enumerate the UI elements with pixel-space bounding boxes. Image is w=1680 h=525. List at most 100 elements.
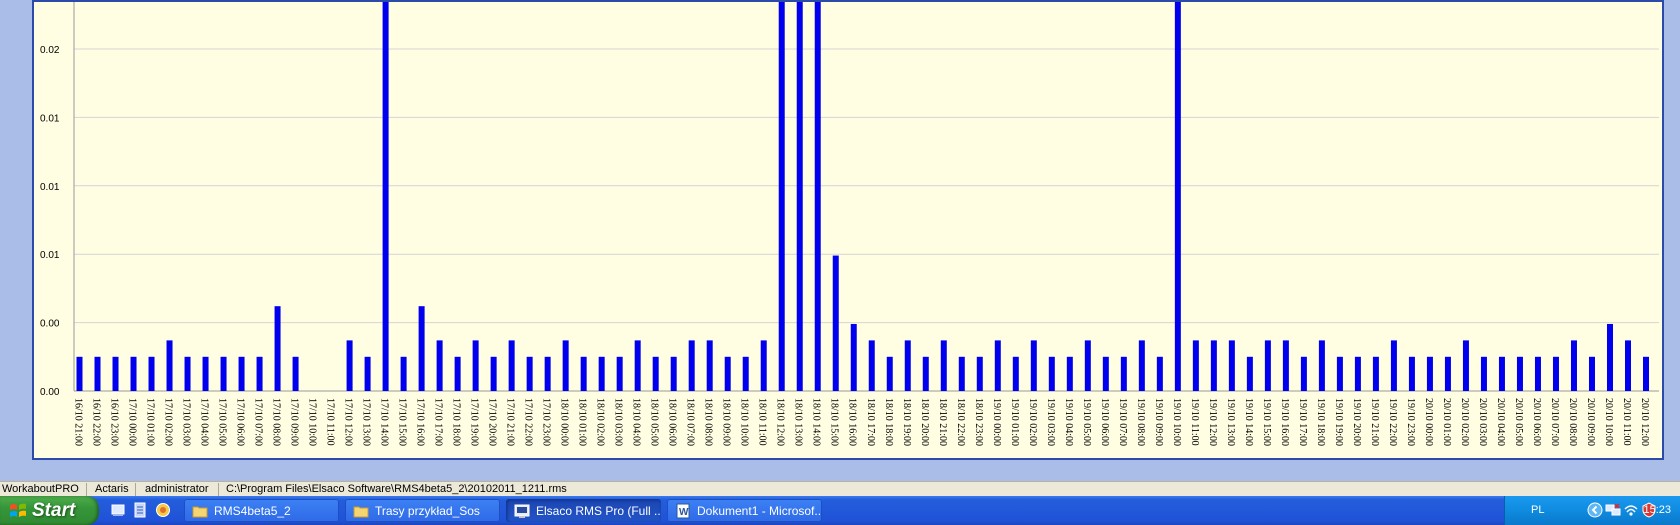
bar	[742, 356, 749, 391]
y-tick-label: 0.01	[40, 182, 60, 193]
x-tick-label: 17/10 18:00	[451, 398, 462, 446]
bar	[760, 340, 767, 391]
start-button[interactable]: Start	[0, 496, 99, 525]
bar	[1534, 356, 1541, 391]
x-tick-label: 19/10 01:00	[1009, 398, 1020, 446]
x-tick-label: 20/10 03:00	[1477, 398, 1488, 446]
notepad-icon[interactable]	[132, 502, 148, 518]
bar	[1372, 356, 1379, 391]
x-tick-label: 20/10 06:00	[1531, 398, 1542, 446]
bar	[418, 306, 425, 391]
bar	[436, 340, 443, 391]
x-tick-label: 19/10 07:00	[1117, 398, 1128, 446]
bar	[1282, 340, 1289, 391]
bar	[814, 2, 821, 391]
bar	[886, 356, 893, 391]
x-tick-label: 17/10 12:00	[343, 398, 354, 446]
bar	[706, 340, 713, 391]
status-file-path: C:\Program Files\Elsaco Software\RMS4bet…	[226, 483, 567, 495]
x-tick-label: 20/10 01:00	[1441, 398, 1452, 446]
bar	[454, 356, 461, 391]
bar	[1444, 356, 1451, 391]
bar	[688, 340, 695, 391]
bar	[508, 340, 515, 391]
chevron-left-icon[interactable]	[1587, 502, 1603, 518]
x-tick-label: 19/10 00:00	[991, 398, 1002, 446]
app-icon	[514, 504, 530, 518]
show-desktop-icon[interactable]	[110, 502, 126, 518]
x-tick-label: 18/10 03:00	[613, 398, 624, 446]
x-tick-label: 17/10 11:00	[325, 398, 336, 446]
bar	[400, 356, 407, 391]
y-tick-label: 0.00	[40, 387, 60, 398]
taskbar-button-rms4beta5[interactable]: RMS4beta5_2	[184, 499, 339, 522]
x-tick-label: 18/10 21:00	[937, 398, 948, 446]
clock[interactable]: 15:23	[1643, 504, 1671, 516]
bar	[724, 356, 731, 391]
language-indicator[interactable]: PL	[1531, 504, 1544, 516]
folder-icon	[192, 506, 208, 517]
x-tick-label: 19/10 11:00	[1189, 398, 1200, 446]
x-tick-label: 19/10 19:00	[1333, 398, 1344, 446]
x-tick-label: 17/10 20:00	[487, 398, 498, 446]
taskbar-button-dokument1[interactable]: W Dokument1 - Microsof...	[667, 499, 822, 522]
bar	[1643, 356, 1649, 391]
x-tick-label: 20/10 05:00	[1513, 398, 1524, 446]
bar	[76, 356, 83, 391]
bar	[1354, 356, 1361, 391]
x-tick-label: 18/10 16:00	[847, 398, 858, 446]
x-tick-label: 18/10 10:00	[739, 398, 750, 446]
bar	[796, 2, 803, 391]
bar	[1012, 356, 1019, 391]
x-tick-label: 18/10 11:00	[757, 398, 768, 446]
x-tick-label: 17/10 13:00	[361, 398, 372, 446]
x-tick-label: 16/10 22:00	[91, 398, 102, 446]
x-tick-label: 18/10 20:00	[919, 398, 930, 446]
bar	[364, 356, 371, 391]
x-tick-label: 19/10 18:00	[1315, 398, 1326, 446]
bar	[1390, 340, 1397, 391]
bar	[832, 255, 839, 391]
x-tick-label: 19/10 14:00	[1243, 398, 1254, 446]
x-tick-label: 19/10 09:00	[1153, 398, 1164, 446]
status-manufacturer: Actaris	[93, 483, 136, 496]
browser-icon[interactable]	[155, 502, 171, 518]
bar	[670, 356, 677, 391]
word-icon: W	[676, 503, 690, 518]
x-tick-label: 18/10 01:00	[577, 398, 588, 446]
taskbar-button-label: Trasy przykład_Sos	[375, 503, 480, 518]
bar	[1156, 356, 1163, 391]
bar	[256, 356, 263, 391]
x-tick-label: 20/10 00:00	[1423, 398, 1434, 446]
folder-icon	[353, 506, 369, 517]
windows-logo-icon	[10, 503, 26, 517]
bar	[634, 340, 641, 391]
x-tick-label: 19/10 16:00	[1279, 398, 1290, 446]
bar	[1192, 340, 1199, 391]
x-tick-label: 18/10 23:00	[973, 398, 984, 446]
bar	[1624, 340, 1631, 391]
wireless-icon[interactable]	[1623, 502, 1639, 518]
x-tick-label: 19/10 08:00	[1135, 398, 1146, 446]
x-tick-label: 19/10 06:00	[1099, 398, 1110, 446]
x-tick-label: 18/10 15:00	[829, 398, 840, 446]
x-tick-label: 17/10 21:00	[505, 398, 516, 446]
taskbar-button-elsaco-rms[interactable]: Elsaco RMS Pro (Full ...	[506, 499, 661, 522]
x-tick-label: 17/10 01:00	[145, 398, 156, 446]
bar	[544, 356, 551, 391]
x-tick-label: 18/10 05:00	[649, 398, 660, 446]
network-icon[interactable]	[1605, 502, 1621, 518]
x-tick-label: 17/10 04:00	[199, 398, 210, 446]
bar	[346, 340, 353, 391]
x-tick-label: 20/10 04:00	[1495, 398, 1506, 446]
x-tick-label: 20/10 10:00	[1603, 398, 1614, 446]
x-tick-label: 19/10 21:00	[1369, 398, 1380, 446]
x-tick-label: 17/10 16:00	[415, 398, 426, 446]
taskbar-button-trasy[interactable]: Trasy przykład_Sos	[345, 499, 500, 522]
taskbar-button-label: Dokument1 - Microsof...	[697, 503, 822, 518]
bar	[1462, 340, 1469, 391]
bar	[1084, 340, 1091, 391]
bar	[562, 340, 569, 391]
x-tick-label: 18/10 14:00	[811, 398, 822, 446]
svg-text:W: W	[679, 507, 689, 518]
